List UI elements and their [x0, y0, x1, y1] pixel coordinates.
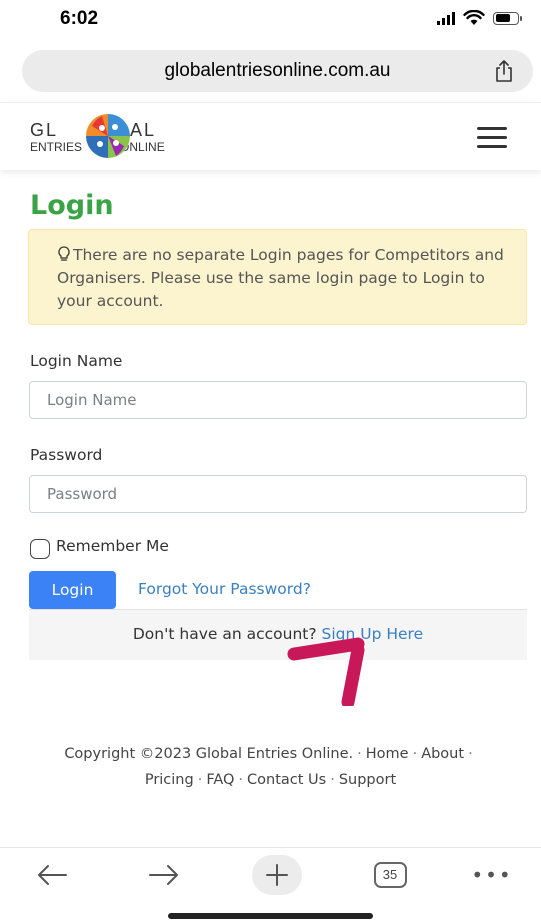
url-text[interactable]: globalentriesonline.com.au [22, 50, 533, 92]
cellular-signal-icon [437, 11, 455, 25]
tab-count: 35 [382, 867, 398, 882]
plus-icon [266, 864, 288, 886]
new-tab-button[interactable] [252, 848, 302, 902]
forward-button[interactable] [142, 848, 186, 902]
home-indicator [168, 913, 373, 919]
footer-copyright: Copyright ©2023 Global Entries Online. [64, 746, 354, 762]
tabs-icon: 35 [373, 862, 407, 888]
site-logo[interactable]: GL BAL ENTRIES ONLINE [30, 112, 210, 160]
password-label: Password [30, 446, 103, 464]
status-icons [437, 10, 522, 26]
browser-toolbar: 35 ••• [0, 847, 541, 901]
login-notice-text: There are no separate Login pages for Co… [57, 246, 504, 310]
site-footer: Copyright ©2023 Global Entries Online. · H… [64, 746, 473, 788]
forgot-password-link[interactable]: Forgot Your Password? [138, 580, 311, 598]
lightbulb-icon [58, 246, 70, 261]
battery-icon [493, 11, 522, 25]
arrow-right-icon [149, 865, 178, 885]
remember-me-checkbox[interactable] [30, 539, 50, 559]
remember-me-label[interactable]: Remember Me [56, 537, 169, 555]
globe-logo-icon [86, 114, 130, 158]
more-menu-button[interactable]: ••• [471, 848, 513, 902]
wifi-icon [463, 10, 485, 25]
footer-link-support[interactable]: Support [339, 772, 396, 788]
annotation-arrow-icon [287, 637, 365, 706]
site-header: GL BAL ENTRIES ONLINE [0, 102, 541, 170]
status-time: 6:02 [60, 8, 99, 29]
login-notice-alert: There are no separate Login pages for Co… [28, 229, 527, 325]
arrow-left-icon [38, 865, 67, 885]
page-title: Login [30, 190, 114, 221]
footer-link-contact[interactable]: Contact Us [247, 772, 326, 788]
hamburger-menu-icon[interactable] [477, 127, 507, 149]
login-button[interactable]: Login [29, 571, 116, 609]
remember-me[interactable]: Remember Me [30, 533, 169, 559]
login-name-label: Login Name [30, 352, 123, 370]
footer-link-about[interactable]: About [421, 746, 464, 762]
address-bar[interactable]: globalentriesonline.com.au [22, 50, 533, 92]
status-bar: 6:02 [0, 0, 541, 40]
footer-link-faq[interactable]: FAQ [206, 772, 234, 788]
password-input[interactable] [29, 475, 527, 513]
tabs-button[interactable]: 35 [372, 848, 408, 902]
footer-link-home[interactable]: Home [366, 746, 409, 762]
login-name-input[interactable] [29, 381, 527, 419]
back-button[interactable] [30, 848, 74, 902]
share-icon[interactable] [493, 59, 515, 83]
footer-link-pricing[interactable]: Pricing [145, 772, 194, 788]
signup-box: Don't have an account? Sign Up Here [29, 609, 527, 660]
ellipsis-icon: ••• [471, 863, 513, 887]
